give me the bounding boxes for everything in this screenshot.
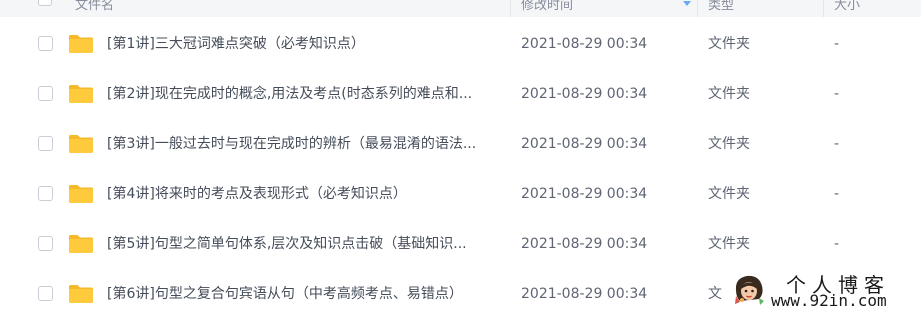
file-size: - [834, 36, 840, 52]
column-divider[interactable] [823, 0, 824, 17]
row-checkbox[interactable] [38, 236, 53, 251]
blog-watermark: 个人博客 www.92in.com [728, 266, 921, 312]
file-row[interactable]: [第5讲]句型之简单句体系,层次及知识点击破（基础知识... 2021-08-2… [0, 218, 921, 268]
file-name-link[interactable]: [第3讲]一般过去时与现在完成时的辨析（最易混淆的语法... [107, 133, 476, 155]
row-checkbox[interactable] [38, 86, 53, 101]
folder-icon [69, 185, 93, 203]
blog-avatar-logo-icon [735, 275, 764, 305]
folder-icon [69, 85, 93, 103]
file-type: 文件夹 [708, 136, 750, 152]
file-name-link[interactable]: [第2讲]现在完成时的概念,用法及考点(时态系列的难点和... [107, 83, 472, 105]
file-size: - [834, 236, 840, 252]
file-size: - [834, 136, 840, 152]
column-header-modified[interactable]: 修改时间 [521, 0, 573, 13]
file-row[interactable]: [第1讲]三大冠词难点突破（必考知识点） 2021-08-29 00:34 文件… [0, 18, 921, 68]
column-divider[interactable] [510, 0, 511, 17]
file-type: 文件夹 [708, 86, 750, 102]
modified-time: 2021-08-29 00:34 [521, 36, 648, 52]
column-header-type[interactable]: 类型 [708, 0, 734, 13]
row-checkbox[interactable] [38, 186, 53, 201]
file-row[interactable]: [第2讲]现在完成时的概念,用法及考点(时态系列的难点和... 2021-08-… [0, 68, 921, 118]
file-type: 文件夹 [708, 186, 750, 202]
sort-desc-arrow-icon[interactable] [683, 1, 691, 6]
column-divider[interactable] [697, 0, 698, 17]
row-checkbox[interactable] [38, 36, 53, 51]
column-header-size[interactable]: 大小 [834, 0, 860, 13]
row-checkbox[interactable] [38, 286, 53, 301]
file-type: 文件夹 [708, 36, 750, 52]
select-all-checkbox[interactable] [38, 0, 52, 6]
file-name-link[interactable]: [第4讲]将来时的考点及表现形式（必考知识点） [107, 183, 407, 205]
file-row[interactable]: [第4讲]将来时的考点及表现形式（必考知识点） 2021-08-29 00:34… [0, 168, 921, 218]
modified-time: 2021-08-29 00:34 [521, 236, 648, 252]
modified-time: 2021-08-29 00:34 [521, 86, 648, 102]
watermark-url: www.92in.com [771, 291, 887, 310]
file-size: - [834, 186, 840, 202]
file-name-link[interactable]: [第5讲]句型之简单句体系,层次及知识点击破（基础知识... [107, 233, 467, 255]
folder-icon [69, 235, 93, 253]
modified-time: 2021-08-29 00:34 [521, 186, 648, 202]
file-type: 文件夹 [708, 236, 750, 252]
folder-icon [69, 135, 93, 153]
file-name-link[interactable]: [第6讲]句型之复合句宾语从句（中考高频考点、易错点） [107, 283, 463, 305]
file-size: - [834, 86, 840, 102]
row-checkbox[interactable] [38, 136, 53, 151]
file-type: 文 [708, 286, 722, 302]
file-row[interactable]: [第3讲]一般过去时与现在完成时的辨析（最易混淆的语法... 2021-08-2… [0, 118, 921, 168]
file-name-link[interactable]: [第1讲]三大冠词难点突破（必考知识点） [107, 33, 365, 55]
modified-time: 2021-08-29 00:34 [521, 136, 648, 152]
modified-time: 2021-08-29 00:34 [521, 286, 648, 302]
column-header-name[interactable]: 文件名 [75, 0, 114, 13]
file-list-header: 文件名 修改时间 类型 大小 [0, 0, 921, 17]
folder-icon [69, 35, 93, 53]
folder-icon [69, 285, 93, 303]
